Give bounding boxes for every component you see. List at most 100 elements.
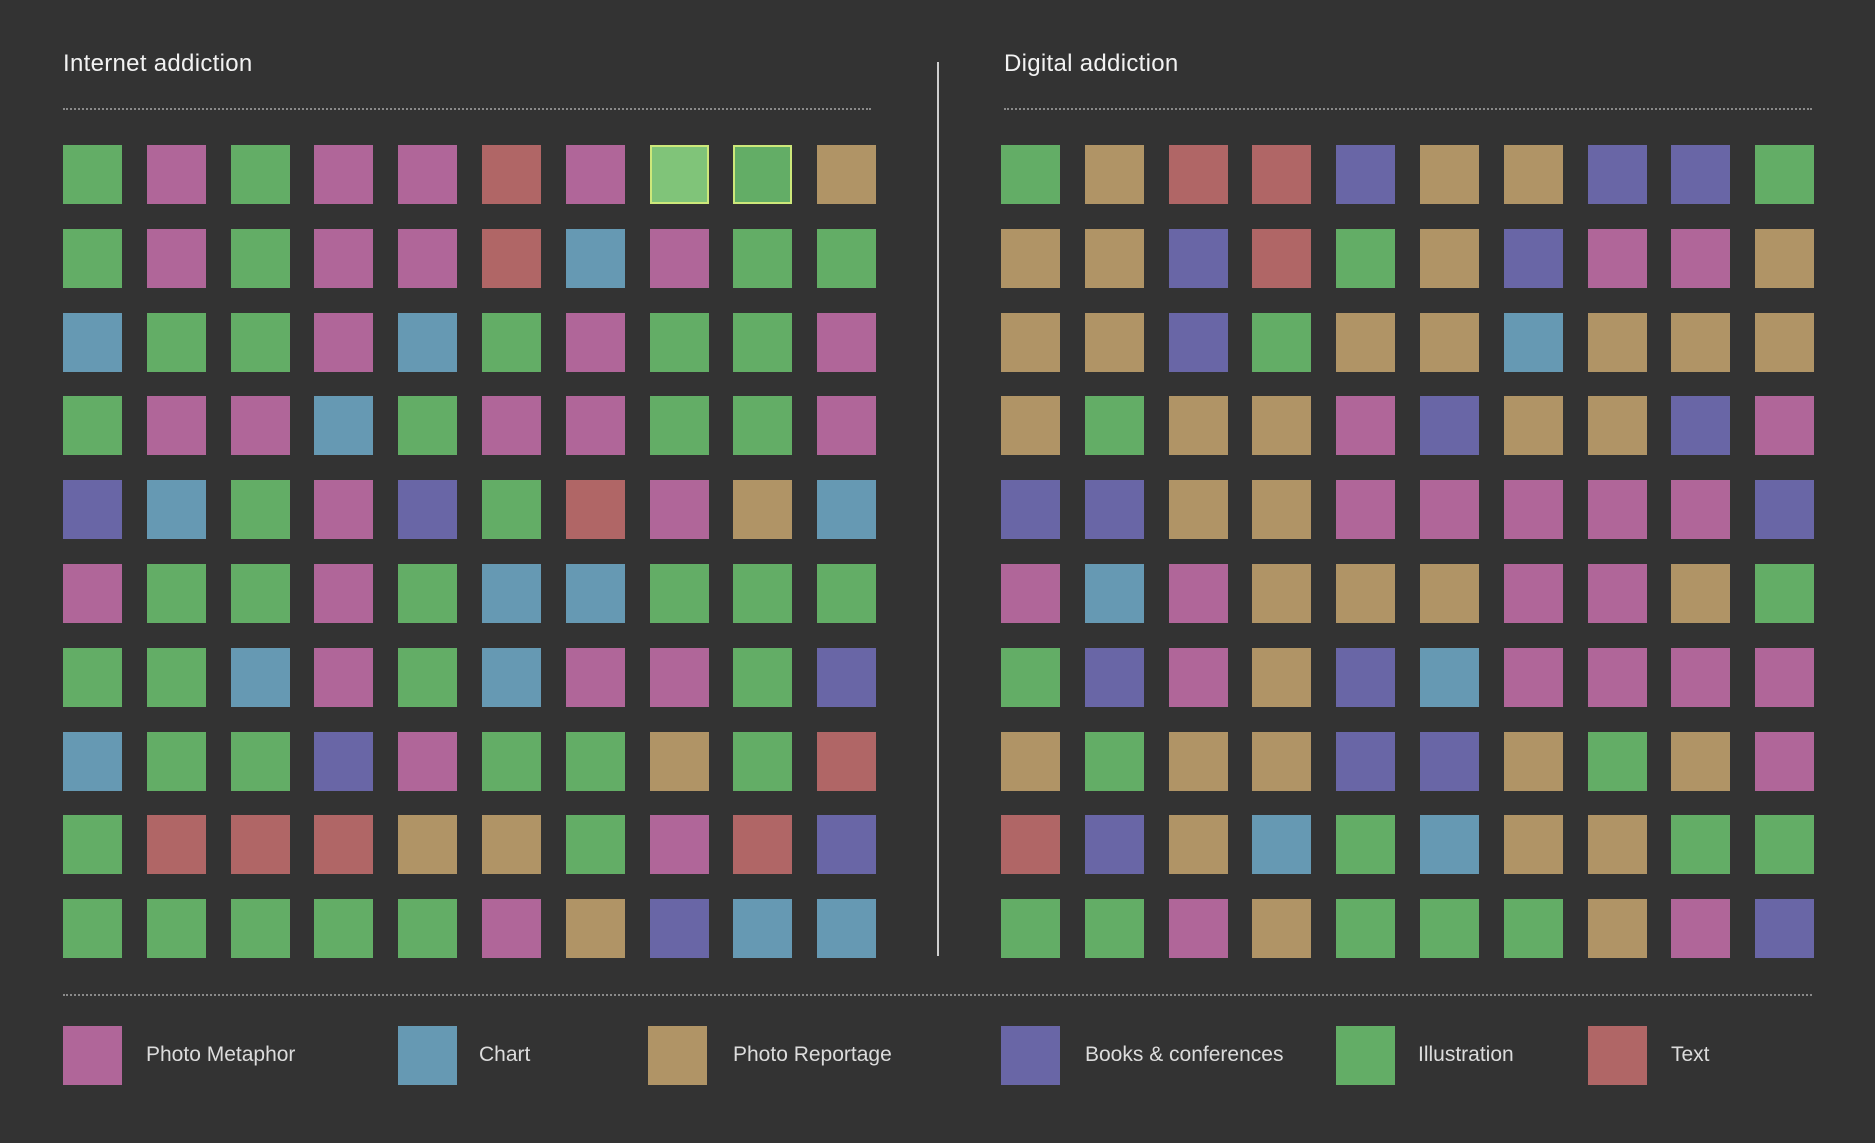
tile-digital-addiction-r2-c7 bbox=[1504, 229, 1563, 288]
tile-internet-addiction-r10-c10 bbox=[817, 899, 876, 958]
tile-internet-addiction-r4-c4 bbox=[314, 396, 373, 455]
legend-rule bbox=[63, 994, 1812, 996]
tile-internet-addiction-r2-c4 bbox=[314, 229, 373, 288]
tile-internet-addiction-r4-c5 bbox=[398, 396, 457, 455]
tile-internet-addiction-r1-c8 bbox=[650, 145, 709, 204]
tile-internet-addiction-r7-c2 bbox=[147, 648, 206, 707]
tile-digital-addiction-r7-c2 bbox=[1085, 648, 1144, 707]
tile-internet-addiction-r8-c4 bbox=[314, 732, 373, 791]
tile-digital-addiction-r3-c4 bbox=[1252, 313, 1311, 372]
legend-label-photo-reportage: Photo Reportage bbox=[733, 1043, 892, 1066]
tile-digital-addiction-r3-c10 bbox=[1755, 313, 1814, 372]
tile-internet-addiction-r3-c8 bbox=[650, 313, 709, 372]
tile-digital-addiction-r4-c3 bbox=[1169, 396, 1228, 455]
tile-internet-addiction-r3-c10 bbox=[817, 313, 876, 372]
tile-internet-addiction-r10-c1 bbox=[63, 899, 122, 958]
tile-digital-addiction-r3-c5 bbox=[1336, 313, 1395, 372]
tile-digital-addiction-r10-c9 bbox=[1671, 899, 1730, 958]
tile-digital-addiction-r1-c8 bbox=[1588, 145, 1647, 204]
tile-digital-addiction-r3-c2 bbox=[1085, 313, 1144, 372]
tile-digital-addiction-r3-c9 bbox=[1671, 313, 1730, 372]
legend-swatch-photo-reportage bbox=[648, 1026, 707, 1085]
tile-internet-addiction-r9-c6 bbox=[482, 815, 541, 874]
tile-digital-addiction-r7-c6 bbox=[1420, 648, 1479, 707]
tile-digital-addiction-r3-c6 bbox=[1420, 313, 1479, 372]
tile-internet-addiction-r2-c9 bbox=[733, 229, 792, 288]
tile-internet-addiction-r6-c4 bbox=[314, 564, 373, 623]
tile-digital-addiction-r4-c4 bbox=[1252, 396, 1311, 455]
tile-internet-addiction-r5-c1 bbox=[63, 480, 122, 539]
tile-internet-addiction-r9-c1 bbox=[63, 815, 122, 874]
tile-internet-addiction-r2-c3 bbox=[231, 229, 290, 288]
tile-digital-addiction-r5-c4 bbox=[1252, 480, 1311, 539]
tile-digital-addiction-r5-c3 bbox=[1169, 480, 1228, 539]
tile-internet-addiction-r5-c8 bbox=[650, 480, 709, 539]
tile-digital-addiction-r6-c1 bbox=[1001, 564, 1060, 623]
tile-internet-addiction-r1-c7 bbox=[566, 145, 625, 204]
tile-digital-addiction-r2-c5 bbox=[1336, 229, 1395, 288]
tile-internet-addiction-r10-c3 bbox=[231, 899, 290, 958]
tile-internet-addiction-r8-c6 bbox=[482, 732, 541, 791]
tile-digital-addiction-r9-c1 bbox=[1001, 815, 1060, 874]
tile-digital-addiction-r5-c6 bbox=[1420, 480, 1479, 539]
tile-digital-addiction-r3-c8 bbox=[1588, 313, 1647, 372]
tile-internet-addiction-r2-c7 bbox=[566, 229, 625, 288]
tile-internet-addiction-r7-c7 bbox=[566, 648, 625, 707]
tile-internet-addiction-r10-c6 bbox=[482, 899, 541, 958]
tile-digital-addiction-r2-c3 bbox=[1169, 229, 1228, 288]
tile-digital-addiction-r5-c7 bbox=[1504, 480, 1563, 539]
tile-internet-addiction-r8-c5 bbox=[398, 732, 457, 791]
tile-digital-addiction-r7-c1 bbox=[1001, 648, 1060, 707]
tile-internet-addiction-r10-c8 bbox=[650, 899, 709, 958]
tile-internet-addiction-r7-c6 bbox=[482, 648, 541, 707]
tile-digital-addiction-r9-c10 bbox=[1755, 815, 1814, 874]
tile-internet-addiction-r7-c5 bbox=[398, 648, 457, 707]
tile-digital-addiction-r10-c5 bbox=[1336, 899, 1395, 958]
legend-label-illustration: Illustration bbox=[1418, 1043, 1514, 1066]
tile-digital-addiction-r6-c10 bbox=[1755, 564, 1814, 623]
tile-internet-addiction-r9-c2 bbox=[147, 815, 206, 874]
tile-internet-addiction-r5-c5 bbox=[398, 480, 457, 539]
tile-digital-addiction-r4-c8 bbox=[1588, 396, 1647, 455]
tile-digital-addiction-r2-c4 bbox=[1252, 229, 1311, 288]
tile-digital-addiction-r8-c4 bbox=[1252, 732, 1311, 791]
tile-digital-addiction-r9-c3 bbox=[1169, 815, 1228, 874]
tile-internet-addiction-r4-c10 bbox=[817, 396, 876, 455]
tile-digital-addiction-r8-c5 bbox=[1336, 732, 1395, 791]
tile-digital-addiction-r2-c10 bbox=[1755, 229, 1814, 288]
tile-internet-addiction-r2-c6 bbox=[482, 229, 541, 288]
tile-internet-addiction-r8-c8 bbox=[650, 732, 709, 791]
legend-swatch-text bbox=[1588, 1026, 1647, 1085]
tile-internet-addiction-r4-c6 bbox=[482, 396, 541, 455]
legend-swatch-photo-metaphor bbox=[63, 1026, 122, 1085]
tile-digital-addiction-r9-c5 bbox=[1336, 815, 1395, 874]
tile-digital-addiction-r10-c10 bbox=[1755, 899, 1814, 958]
tile-internet-addiction-r9-c9 bbox=[733, 815, 792, 874]
tile-digital-addiction-r5-c1 bbox=[1001, 480, 1060, 539]
tile-digital-addiction-r2-c6 bbox=[1420, 229, 1479, 288]
tile-internet-addiction-r3-c1 bbox=[63, 313, 122, 372]
tile-internet-addiction-r5-c10 bbox=[817, 480, 876, 539]
tile-digital-addiction-r6-c8 bbox=[1588, 564, 1647, 623]
tile-internet-addiction-r3-c6 bbox=[482, 313, 541, 372]
tile-digital-addiction-r10-c4 bbox=[1252, 899, 1311, 958]
tile-internet-addiction-r9-c4 bbox=[314, 815, 373, 874]
tile-internet-addiction-r6-c7 bbox=[566, 564, 625, 623]
tile-digital-addiction-r10-c8 bbox=[1588, 899, 1647, 958]
tile-digital-addiction-r6-c4 bbox=[1252, 564, 1311, 623]
tile-internet-addiction-r7-c1 bbox=[63, 648, 122, 707]
tile-internet-addiction-r2-c2 bbox=[147, 229, 206, 288]
tile-digital-addiction-r1-c10 bbox=[1755, 145, 1814, 204]
tile-digital-addiction-r3-c7 bbox=[1504, 313, 1563, 372]
tile-digital-addiction-r2-c8 bbox=[1588, 229, 1647, 288]
tile-internet-addiction-r8-c2 bbox=[147, 732, 206, 791]
tile-digital-addiction-r7-c5 bbox=[1336, 648, 1395, 707]
tile-internet-addiction-r1-c4 bbox=[314, 145, 373, 204]
tile-digital-addiction-r10-c6 bbox=[1420, 899, 1479, 958]
tile-internet-addiction-r6-c6 bbox=[482, 564, 541, 623]
tile-digital-addiction-r3-c3 bbox=[1169, 313, 1228, 372]
tile-digital-addiction-r2-c2 bbox=[1085, 229, 1144, 288]
tile-internet-addiction-r6-c5 bbox=[398, 564, 457, 623]
tile-digital-addiction-r9-c7 bbox=[1504, 815, 1563, 874]
tile-internet-addiction-r8-c10 bbox=[817, 732, 876, 791]
